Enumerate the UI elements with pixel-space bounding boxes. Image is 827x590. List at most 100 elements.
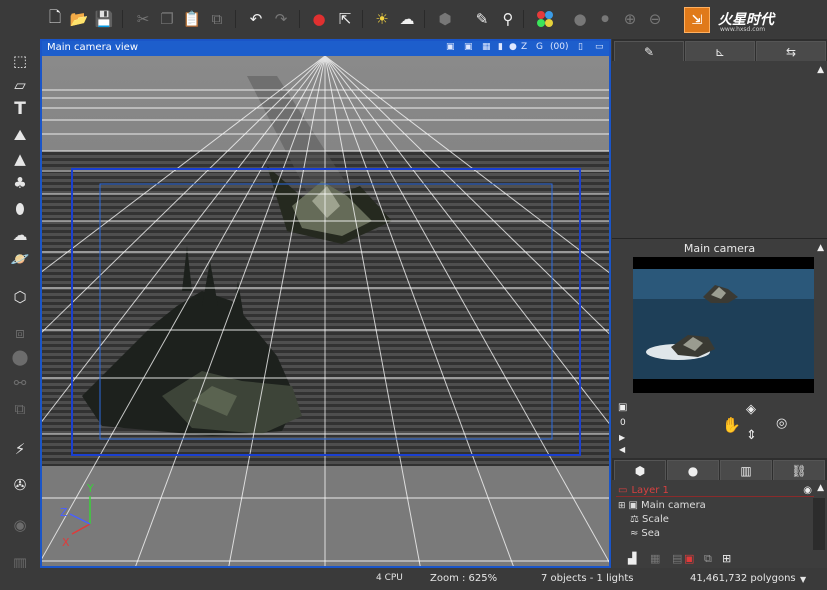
scroll-up-icon[interactable]: ▲ — [817, 243, 824, 253]
layer-row[interactable]: ▭ Layer 1 ◉ — [616, 484, 814, 497]
delete-icon[interactable]: ▦ — [650, 552, 660, 565]
duplicate-icon[interactable]: ⧉ — [206, 8, 228, 30]
minus-icon[interactable]: ⊖ — [644, 8, 666, 30]
tree-scrollbar[interactable] — [813, 498, 825, 550]
light-icon[interactable]: ✎ — [471, 8, 493, 30]
viewport-header: Main camera view ▣ ▣ ▦ ▮ ● Z G (00) ▯ ▭ — [42, 41, 609, 56]
plane-tool-icon[interactable]: ▱ — [9, 74, 31, 96]
materials-tab[interactable]: ● — [667, 460, 719, 480]
editor-tabs: ✎ ⊾ ⇆ — [612, 39, 827, 61]
y-axis-label: Y — [86, 482, 94, 495]
prev-icon[interactable]: ◀ — [619, 445, 625, 454]
layers-tab[interactable]: ▥ — [720, 460, 772, 480]
wand-tool-icon[interactable]: ⚡ — [9, 438, 31, 460]
cloud-icon[interactable]: ☁ — [396, 8, 418, 30]
expand-icon[interactable]: ⊞ — [618, 501, 626, 511]
objects-tab[interactable]: ⬢ — [614, 460, 666, 480]
tree-item-label: Scale — [641, 514, 669, 525]
new-layer-icon[interactable]: ▟ — [628, 552, 636, 565]
options-icon[interactable]: ▯ — [578, 42, 583, 52]
cut-icon[interactable]: ✂ — [132, 8, 154, 30]
save-icon[interactable]: 💾 — [93, 8, 115, 30]
tree-item[interactable]: ⊞ ▣ Main camera — [616, 499, 814, 512]
terrain-tool-icon[interactable]: ▲ — [9, 148, 31, 170]
dot-icon[interactable]: ● — [594, 8, 616, 30]
links-tab[interactable]: ⛓ — [773, 460, 825, 480]
paste-icon[interactable]: 📋 — [181, 8, 203, 30]
camera-icon: ▣ — [628, 500, 638, 511]
orbit-icon[interactable]: ◈ — [746, 402, 756, 417]
rock-tool-icon[interactable]: ⬮ — [9, 198, 31, 220]
weather-icon[interactable]: ☀ — [371, 8, 393, 30]
copy-icon[interactable]: ❐ — [156, 8, 178, 30]
ruler-icon: ⊾ — [714, 44, 726, 59]
next-icon[interactable]: ▶ — [619, 433, 625, 442]
stack-tool-icon[interactable]: ⧉ — [9, 398, 31, 420]
tree-item[interactable]: ≈ Sea — [616, 527, 814, 540]
cube-tool-icon[interactable]: ⬡ — [9, 286, 31, 308]
editor-tab[interactable]: ✎ — [614, 41, 684, 61]
tree-item[interactable]: ⚖ Scale — [616, 513, 814, 526]
ruler-tab[interactable]: ⊾ — [685, 41, 755, 61]
save-icon[interactable]: ▣ — [618, 402, 627, 413]
camera-preview[interactable] — [633, 257, 814, 393]
render-icon[interactable]: ● — [308, 8, 330, 30]
object-tree: ▭ Layer 1 ◉ ⊞ ▣ Main camera ⚖ Scale ≈ Se… — [616, 482, 814, 550]
redo-icon[interactable]: ↷ — [270, 8, 292, 30]
terrain-icon[interactable]: ⬢ — [434, 8, 456, 30]
boolean-tool-icon[interactable]: ⧈ — [9, 322, 31, 344]
undo-icon[interactable]: ↶ — [245, 8, 267, 30]
cloud-tool-icon[interactable]: ☁ — [9, 224, 31, 246]
render-layer-icon[interactable]: ▣ — [684, 552, 694, 565]
objects-icon: ⬢ — [634, 463, 646, 478]
text-tool-icon[interactable]: T — [9, 98, 31, 120]
render-area-icon[interactable]: ⇱ — [334, 8, 356, 30]
tree-tool-icon[interactable]: ♣ — [9, 172, 31, 194]
z-axis-icon[interactable]: Z — [521, 42, 527, 52]
eye-icon[interactable]: ◉ — [803, 485, 812, 496]
viewport-scene[interactable]: Y X Z — [42, 56, 609, 566]
look-icon[interactable]: ◎ — [776, 416, 787, 431]
plus-icon[interactable]: ⊕ — [619, 8, 641, 30]
merge-icon[interactable]: ⧉ — [704, 552, 712, 566]
gravity-icon[interactable]: G — [536, 42, 543, 52]
open-folder-icon[interactable]: 📂 — [68, 8, 90, 30]
camera-icon[interactable]: ▣ — [464, 42, 473, 52]
planet-tool-icon[interactable]: 🪐 — [9, 248, 31, 270]
maximize-icon[interactable]: ▭ — [595, 42, 604, 52]
main-toolbar: 🗋 📂 💾 ✂ ❐ 📋 ⧉ ↶ ↷ ● ⇱ ☀ ☁ ⬢ ✎ ⚲ ● ● ⊕ ⊖ … — [0, 0, 827, 38]
scroll-up-icon[interactable]: ▲ — [817, 65, 824, 75]
zoom-icon[interactable]: (00) — [550, 42, 568, 52]
select-tool-icon[interactable]: ⬚ — [9, 50, 31, 72]
sea-icon: ≈ — [630, 528, 639, 539]
camera-icon[interactable]: ▣ — [446, 42, 455, 52]
logo-icon[interactable]: ⇲ — [684, 7, 710, 33]
hand-pan-icon[interactable]: ✋ — [722, 416, 741, 434]
hierarchy-icon[interactable]: ⊞ — [722, 552, 731, 565]
link-tab[interactable]: ⇆ — [756, 41, 826, 61]
object-tabs: ⬢ ● ▥ ⛓ — [612, 458, 827, 480]
group-tool-icon[interactable]: ⚯ — [9, 372, 31, 394]
group-icon[interactable]: ▤ — [672, 552, 682, 565]
main-camera-viewport[interactable]: Main camera view ▣ ▣ ▦ ▮ ● Z G (00) ▯ ▭ — [40, 39, 611, 568]
color-wheel-icon[interactable] — [534, 8, 556, 30]
right-panel: ✎ ⊾ ⇆ ▲ Main camera ▲ ▣ 0 ▶ ◀ ◈ ✋ ⇕ ◎ ⬢ … — [612, 39, 827, 568]
gyroscope-tool-icon[interactable]: ✇ — [9, 474, 31, 496]
scale-icon: ⚖ — [630, 514, 639, 525]
logo-text: 火星时代 — [718, 12, 774, 28]
scroll-up-icon[interactable]: ▲ — [817, 483, 824, 493]
dropdown-icon[interactable]: ▼ — [800, 575, 806, 584]
dot-icon[interactable]: ● — [509, 42, 517, 52]
camera-icon[interactable]: ⚲ — [497, 8, 519, 30]
new-file-icon[interactable]: 🗋 — [44, 8, 66, 30]
viewport-title: Main camera view — [47, 42, 139, 53]
metaball-tool-icon[interactable]: ⬤ — [9, 346, 31, 368]
lock-icon[interactable]: ▮ — [498, 42, 503, 52]
mountain-tool-icon[interactable]: ⛰ — [9, 124, 31, 146]
dolly-icon[interactable]: ⇕ — [746, 428, 757, 443]
camera-tool-icon[interactable]: ◉ — [9, 514, 31, 536]
dot-icon[interactable]: ● — [569, 8, 591, 30]
tree-item-label: Sea — [641, 528, 661, 539]
grid-icon[interactable]: ▦ — [482, 42, 491, 52]
layers-icon: ▥ — [740, 463, 752, 478]
